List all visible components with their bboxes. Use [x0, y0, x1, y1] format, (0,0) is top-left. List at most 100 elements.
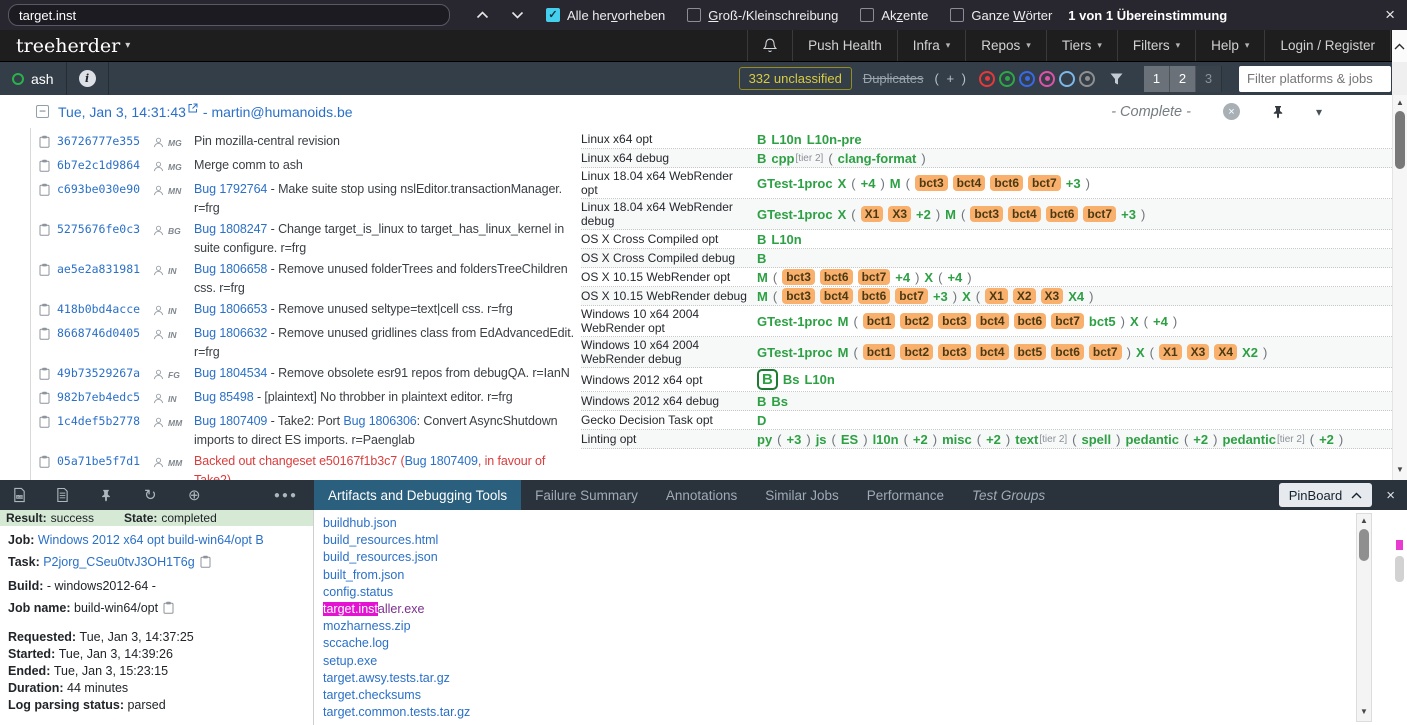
artifact-link[interactable]: target.checksums: [323, 688, 421, 702]
tier-2-button[interactable]: 2: [1170, 66, 1196, 92]
author-icon[interactable]: [153, 324, 168, 346]
tab-test-groups[interactable]: Test Groups: [958, 480, 1059, 510]
job-button[interactable]: ES: [841, 432, 858, 447]
job-button-classified[interactable]: bct3: [782, 269, 815, 285]
job-button[interactable]: B: [757, 132, 766, 147]
job-button[interactable]: +3: [1066, 176, 1081, 191]
job-button[interactable]: +3: [933, 289, 948, 304]
tier-3-button[interactable]: 3: [1196, 66, 1222, 92]
job-button-classified[interactable]: bct2: [900, 313, 933, 329]
artifact-link[interactable]: buildhub.json: [323, 516, 397, 530]
busted-filter-icon[interactable]: [979, 71, 995, 87]
job-target-icon[interactable]: ⊕: [188, 486, 232, 504]
commit-hash-link[interactable]: 05a71be5f7d1: [57, 452, 153, 471]
job-button[interactable]: +4: [1153, 314, 1168, 329]
push-actions-caret-icon[interactable]: ▾: [1316, 105, 1322, 119]
bug-link[interactable]: Bug 1806653: [194, 302, 267, 316]
pin-job-icon[interactable]: [100, 489, 144, 502]
job-button[interactable]: Bs: [783, 372, 800, 387]
tier-1-button[interactable]: 1: [1144, 66, 1170, 92]
job-button-classified[interactable]: bct1: [863, 313, 896, 329]
find-input[interactable]: [8, 4, 450, 26]
tab-artifacts-and-debugging-tools[interactable]: Artifacts and Debugging Tools: [314, 480, 521, 510]
job-button[interactable]: X2: [1242, 345, 1258, 360]
job-button-classified[interactable]: bct6: [1014, 313, 1047, 329]
job-button[interactable]: GTest-1proc: [757, 345, 833, 360]
job-button-classified[interactable]: X4: [1214, 344, 1237, 360]
artifact-link[interactable]: build_resources.json: [323, 550, 438, 564]
tab-annotations[interactable]: Annotations: [652, 480, 751, 510]
job-button[interactable]: M: [890, 176, 901, 191]
bug-link[interactable]: Bug 1806658: [194, 262, 267, 276]
job-button[interactable]: X4: [1068, 289, 1084, 304]
job-button[interactable]: +2: [916, 207, 931, 222]
scroll-up-icon[interactable]: ▲: [1393, 95, 1407, 110]
notifications-bell-icon[interactable]: [747, 30, 792, 61]
commit-hash-link[interactable]: 6b7e2c1d9864: [57, 156, 153, 175]
tab-failure-summary[interactable]: Failure Summary: [521, 480, 652, 510]
job-button[interactable]: +2: [1193, 432, 1208, 447]
scrollbar-thumb[interactable]: [1395, 111, 1405, 169]
pending-filter-icon[interactable]: [1079, 71, 1095, 87]
copy-hash-clipboard-icon[interactable]: [39, 452, 57, 474]
pin-all-jobs-icon[interactable]: [1272, 105, 1284, 119]
job-button-classified[interactable]: bct6: [1046, 206, 1079, 222]
push-date-link[interactable]: Tue, Jan 3, 14:31:43: [58, 104, 186, 120]
job-button[interactable]: M: [838, 345, 849, 360]
job-button-classified[interactable]: bct3: [970, 206, 1003, 222]
usercancel-filter-icon[interactable]: [1039, 71, 1055, 87]
copy-hash-clipboard-icon[interactable]: [39, 260, 57, 282]
job-button[interactable]: M: [838, 314, 849, 329]
copy-hash-clipboard-icon[interactable]: [39, 388, 57, 410]
job-button[interactable]: +3: [787, 432, 802, 447]
treeherder-logo[interactable]: treeherder ▾: [0, 30, 146, 61]
commit-hash-link[interactable]: ae5e2a831981: [57, 260, 153, 279]
bug-link[interactable]: Bug 1807409: [194, 414, 267, 428]
job-button[interactable]: pedantic: [1125, 432, 1178, 447]
artifact-link[interactable]: mozharness.zip: [323, 619, 411, 633]
author-icon[interactable]: [153, 180, 168, 202]
author-icon[interactable]: [153, 412, 168, 434]
artifact-link[interactable]: setup.exe: [323, 654, 377, 668]
artifact-link[interactable]: sccache.log: [323, 636, 389, 650]
job-button-classified[interactable]: X2: [1013, 288, 1036, 304]
nav-item-repos[interactable]: Repos▾: [965, 30, 1046, 61]
duplicates-toggle[interactable]: Duplicates: [863, 71, 924, 86]
job-button[interactable]: L10n-pre: [807, 132, 862, 147]
cancel-all-jobs-icon[interactable]: ×: [1223, 103, 1240, 120]
job-button-classified[interactable]: bct7: [1051, 313, 1084, 329]
close-panel-icon[interactable]: ×: [1386, 487, 1395, 504]
checkbox-icon[interactable]: [860, 8, 874, 22]
copy-hash-clipboard-icon[interactable]: [39, 156, 57, 178]
success-filter-icon[interactable]: [999, 71, 1015, 87]
job-button[interactable]: +2: [1319, 432, 1334, 447]
commit-hash-link[interactable]: 49b73529267a: [57, 364, 153, 383]
copy-hash-clipboard-icon[interactable]: [39, 220, 57, 242]
quick-filter-input[interactable]: [1239, 66, 1391, 92]
author-icon[interactable]: [153, 156, 168, 178]
external-link-icon[interactable]: [188, 103, 198, 113]
checkbox-icon[interactable]: [950, 8, 964, 22]
nav-item-filters[interactable]: Filters▾: [1117, 30, 1195, 61]
find-option-match-diacritics[interactable]: Akzente: [860, 8, 928, 23]
job-button[interactable]: misc: [942, 432, 972, 447]
bug-link[interactable]: Bug 1808247: [194, 222, 267, 236]
push-author-link[interactable]: - martin@humanoids.be: [203, 104, 353, 120]
collapse-push-icon[interactable]: −: [36, 105, 49, 118]
job-button[interactable]: +3: [1121, 207, 1136, 222]
copy-hash-clipboard-icon[interactable]: [39, 132, 57, 154]
job-button-classified[interactable]: bct5: [1014, 344, 1047, 360]
job-button[interactable]: B: [757, 151, 766, 166]
find-option-whole-words[interactable]: Ganze Wörter: [950, 8, 1052, 23]
author-icon[interactable]: [153, 364, 168, 386]
job-button-classified[interactable]: bct7: [1083, 206, 1116, 222]
more-actions-icon[interactable]: ●●●: [274, 490, 298, 501]
panel-scroll-down-icon[interactable]: ▼: [1357, 707, 1371, 721]
job-button-classified[interactable]: bct4: [953, 175, 986, 191]
job-button[interactable]: +2: [913, 432, 928, 447]
author-icon[interactable]: [153, 132, 168, 154]
job-button-classified[interactable]: bct4: [1008, 206, 1041, 222]
job-button[interactable]: M: [945, 207, 956, 222]
job-button[interactable]: bct5: [1089, 314, 1116, 329]
copy-hash-clipboard-icon[interactable]: [39, 364, 57, 386]
